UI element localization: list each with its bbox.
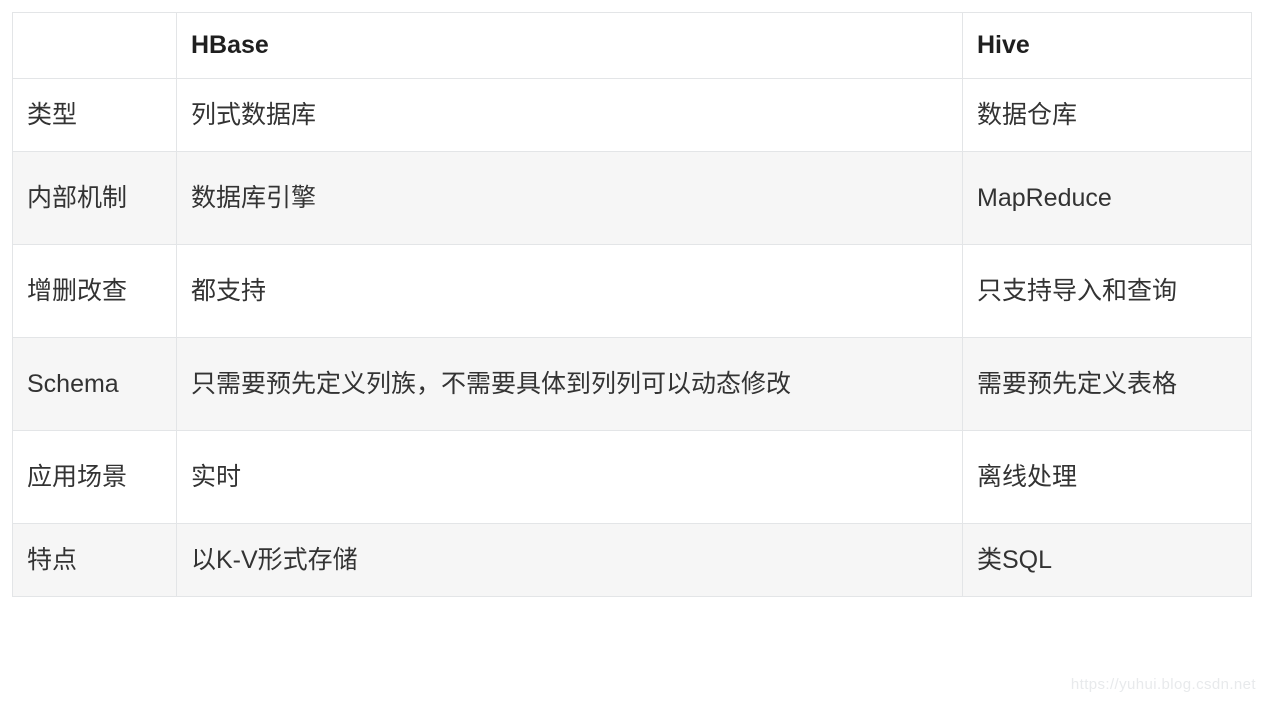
cell-hive-characteristics: 类SQL	[962, 523, 1252, 597]
cell-hbase-use-case: 实时	[176, 430, 963, 524]
cell-hbase-type: 列式数据库	[176, 78, 963, 152]
row-label-characteristics: 特点	[12, 523, 177, 597]
cell-hive-crud: 只支持导入和查询	[962, 244, 1252, 338]
cell-hbase-crud: 都支持	[176, 244, 963, 338]
cell-hive-internal-mechanism: MapReduce	[962, 151, 1252, 245]
table-header: HBase Hive	[12, 12, 1252, 79]
table-row: 增删改查 都支持 只支持导入和查询	[12, 244, 1252, 338]
cell-hbase-schema: 只需要预先定义列族，不需要具体到列列可以动态修改	[176, 337, 963, 431]
row-label-use-case: 应用场景	[12, 430, 177, 524]
row-label-type: 类型	[12, 78, 177, 152]
table-row: 内部机制 数据库引擎 MapReduce	[12, 151, 1252, 245]
table-row: Schema 只需要预先定义列族，不需要具体到列列可以动态修改 需要预先定义表格	[12, 337, 1252, 431]
cell-hive-use-case: 离线处理	[962, 430, 1252, 524]
row-label-internal-mechanism: 内部机制	[12, 151, 177, 245]
cell-hive-type: 数据仓库	[962, 78, 1252, 152]
row-label-schema: Schema	[12, 337, 177, 431]
column-header-hive: Hive	[962, 12, 1252, 79]
cell-hbase-characteristics: 以K-V形式存储	[176, 523, 963, 597]
hbase-hive-comparison-table: HBase Hive 类型 列式数据库 数据仓库 内部机制 数据库引擎 MapR…	[12, 12, 1252, 597]
cell-hive-schema: 需要预先定义表格	[962, 337, 1252, 431]
table-row: 特点 以K-V形式存储 类SQL	[12, 523, 1252, 597]
cell-hbase-internal-mechanism: 数据库引擎	[176, 151, 963, 245]
source-watermark: https://yuhui.blog.csdn.net	[1070, 676, 1256, 693]
table-body: 类型 列式数据库 数据仓库 内部机制 数据库引擎 MapReduce 增删改查 …	[12, 78, 1252, 597]
row-label-crud: 增删改查	[12, 244, 177, 338]
column-header-hbase: HBase	[176, 12, 963, 79]
table-row: 应用场景 实时 离线处理	[12, 430, 1252, 524]
column-header-blank	[12, 12, 177, 79]
page-root: HBase Hive 类型 列式数据库 数据仓库 内部机制 数据库引擎 MapR…	[0, 0, 1270, 701]
table-header-row: HBase Hive	[12, 12, 1252, 79]
table-row: 类型 列式数据库 数据仓库	[12, 78, 1252, 152]
